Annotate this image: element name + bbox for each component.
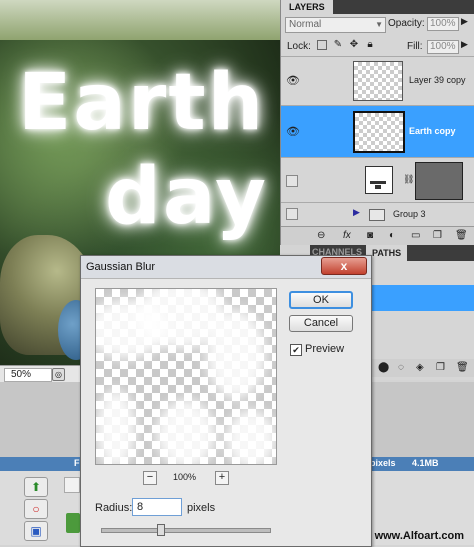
radius-slider-track[interactable] (101, 528, 271, 533)
fill-input[interactable]: 100% (427, 40, 459, 54)
cancel-button[interactable]: Cancel (289, 315, 353, 332)
cloud-text-line1: Earth (18, 58, 266, 148)
info-size: 4.1MB (412, 458, 439, 468)
blend-mode-select[interactable]: Normal ▼ (285, 17, 386, 33)
preview-label: Preview (305, 343, 345, 355)
layer-name: Earth copy (409, 126, 456, 136)
visibility-toggle[interactable] (286, 175, 298, 187)
watermark: www.Alfoart.com (374, 530, 464, 542)
layer-row-layer39copy[interactable]: 👁︎ Layer 39 copy (281, 56, 474, 105)
stroke-path-icon[interactable]: ◌ (398, 362, 404, 374)
preview-zoom-level: 100% (173, 472, 197, 482)
canvas-sky (0, 0, 280, 40)
layers-footer: ⊖ fx ◙ ◐ ▭ ❐ 🗑︎ (281, 226, 474, 245)
gaussian-blur-dialog: Gaussian Blur x − 100% + OK Cancel ✔ Pre… (80, 255, 372, 547)
document-status-bar: 50% ◎ (0, 365, 80, 383)
adjustment-icon (365, 166, 393, 194)
preview-blur-shape (206, 309, 266, 399)
chain-link-icon[interactable]: ⛓ (403, 174, 414, 185)
status-info-icon[interactable]: ◎ (52, 368, 65, 381)
layer-row-adjustment[interactable]: ⛓ (281, 157, 474, 202)
layers-tab-bar: LAYERS (281, 0, 474, 14)
layer-thumbnail (353, 111, 405, 153)
option-checkbox[interactable] (64, 477, 80, 493)
layers-panel: LAYERS Normal ▼ Opacity: 100% ▶ Lock: ✎ … (280, 0, 474, 245)
trash-icon[interactable]: 🗑︎ (456, 362, 469, 374)
blur-preview[interactable] (95, 288, 277, 465)
lock-transparent-icon[interactable] (317, 40, 327, 50)
lock-all-icon[interactable]: 🔒︎ (365, 40, 375, 50)
cloud-text-line2: day (105, 152, 268, 242)
paths-footer: ⬤ ◌ ◈ ❐ 🗑︎ (358, 359, 474, 377)
radius-slider-thumb[interactable] (157, 524, 165, 536)
info-fragment: F (74, 458, 80, 468)
lock-label: Lock: (287, 41, 311, 52)
fx-icon[interactable]: fx (343, 230, 351, 242)
trash-icon[interactable]: 🗑︎ (455, 230, 468, 242)
new-path-icon[interactable]: ❐ (436, 362, 445, 374)
radius-input[interactable]: 8 (132, 498, 182, 516)
load-selection-icon[interactable]: ◈ (416, 362, 424, 374)
opacity-arrow-icon[interactable]: ▶ (461, 16, 468, 27)
preview-checkbox[interactable]: ✔ (290, 344, 302, 356)
layer-row-group3[interactable]: ▶ Group 3 (281, 202, 474, 225)
close-icon: x (340, 259, 348, 273)
record-button[interactable]: ○ (24, 499, 48, 519)
layer-name: Group 3 (393, 209, 426, 219)
eye-icon[interactable]: 👁︎ (286, 75, 300, 87)
fill-label: Fill: (407, 41, 423, 52)
expand-arrow-icon[interactable]: ▶ (353, 207, 360, 218)
layer-mask-thumbnail[interactable] (415, 162, 463, 200)
info-pixels: pixels (370, 458, 396, 468)
add-mask-icon[interactable]: ◙ (367, 230, 373, 242)
layer-row-earth-copy[interactable]: 👁︎ Earth copy (281, 105, 474, 157)
radius-label: Radius: (95, 502, 133, 514)
new-group-icon[interactable]: ▭ (411, 230, 420, 242)
tab-layers[interactable]: LAYERS (281, 0, 333, 14)
radius-unit-label: pixels (187, 502, 216, 514)
blend-mode-value: Normal (289, 19, 322, 30)
adjustment-layer-icon[interactable]: ◐ (389, 230, 395, 242)
play-action-button[interactable]: ⬆ (24, 477, 48, 497)
lock-paint-icon[interactable]: ✎ (333, 40, 343, 50)
close-button[interactable]: x (321, 257, 367, 275)
zoom-in-button[interactable]: + (215, 471, 229, 485)
zoom-out-button[interactable]: − (143, 471, 157, 485)
link-layers-icon[interactable]: ⊖ (317, 230, 325, 242)
fill-arrow-icon[interactable]: ▶ (461, 39, 468, 50)
dialog-title: Gaussian Blur (86, 261, 156, 273)
preview-blur-shape (96, 389, 136, 464)
opacity-label: Opacity: (388, 18, 425, 29)
action-set-button[interactable]: ▣ (24, 521, 48, 541)
swatch-button[interactable] (66, 513, 80, 533)
lock-move-icon[interactable]: ✥ (349, 40, 359, 50)
preview-blur-shape (226, 409, 276, 464)
tab-paths[interactable]: PATHS (366, 245, 408, 261)
layer-name: Layer 39 copy (409, 75, 466, 85)
layer-thumbnail (353, 61, 403, 101)
visibility-toggle[interactable] (286, 208, 298, 220)
opacity-input[interactable]: 100% (427, 17, 459, 31)
eye-icon[interactable]: 👁︎ (286, 126, 300, 138)
dialog-titlebar[interactable]: Gaussian Blur x (81, 256, 371, 279)
folder-icon (369, 209, 385, 221)
chevron-down-icon: ▼ (375, 20, 383, 29)
new-layer-icon[interactable]: ❐ (433, 230, 442, 242)
zoom-level-field[interactable]: 50% (4, 368, 52, 382)
ok-button[interactable]: OK (289, 291, 353, 309)
preview-blur-shape (156, 399, 216, 464)
fill-path-icon[interactable]: ⬤ (378, 362, 389, 374)
